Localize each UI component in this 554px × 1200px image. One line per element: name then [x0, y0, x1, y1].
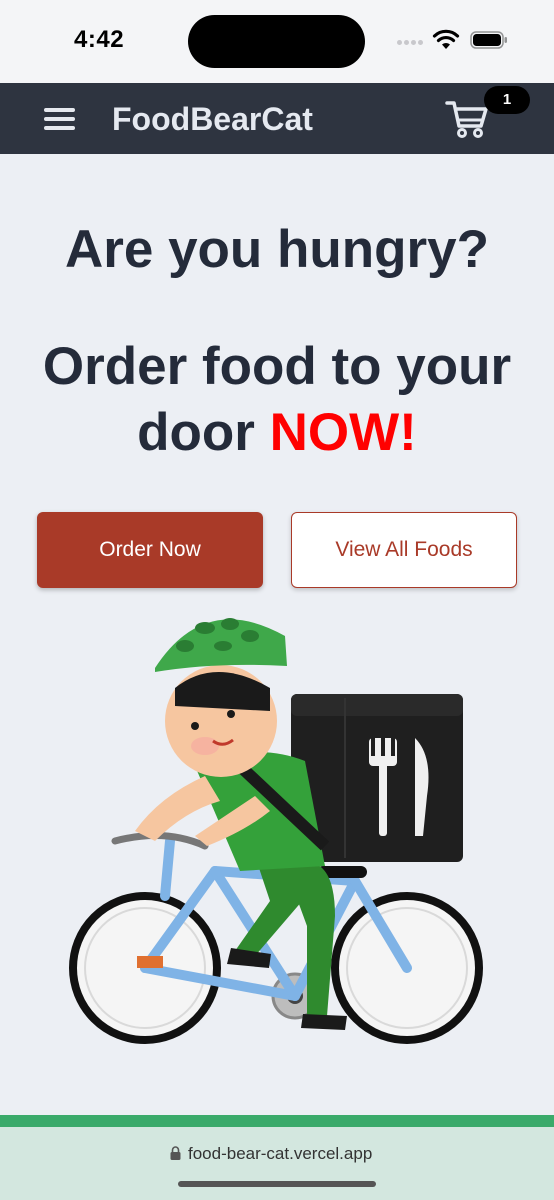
hamburger-menu-icon[interactable] — [44, 108, 75, 130]
delivery-cyclist-illustration — [69, 618, 483, 1044]
cellular-signal-icon — [397, 40, 423, 45]
status-bar: 4:42 — [0, 0, 554, 83]
hero-headline: Are you hungry? — [64, 220, 490, 279]
now-highlight-text: NOW! — [269, 403, 417, 462]
cart-count-badge: 1 — [484, 86, 530, 114]
status-time: 4:42 — [74, 26, 125, 53]
lock-icon — [170, 1146, 181, 1160]
url-text[interactable]: food-bear-cat.vercel.app — [188, 1144, 372, 1164]
hero-subheadline: Order food to your door NOW! — [0, 334, 554, 466]
app-screen: 4:42 FoodBearCat 1 Are you hungry? Order… — [0, 0, 554, 1200]
view-all-foods-button[interactable]: View All Foods — [291, 512, 517, 588]
brand-logo-text[interactable]: FoodBearCat — [112, 101, 313, 138]
battery-icon — [470, 31, 507, 49]
wifi-icon — [432, 29, 460, 49]
home-indicator — [178, 1181, 376, 1187]
shopping-cart-icon[interactable] — [445, 99, 489, 139]
order-now-button[interactable]: Order Now — [37, 512, 263, 588]
dynamic-island — [188, 15, 365, 68]
footer-accent-strip — [0, 1115, 554, 1127]
